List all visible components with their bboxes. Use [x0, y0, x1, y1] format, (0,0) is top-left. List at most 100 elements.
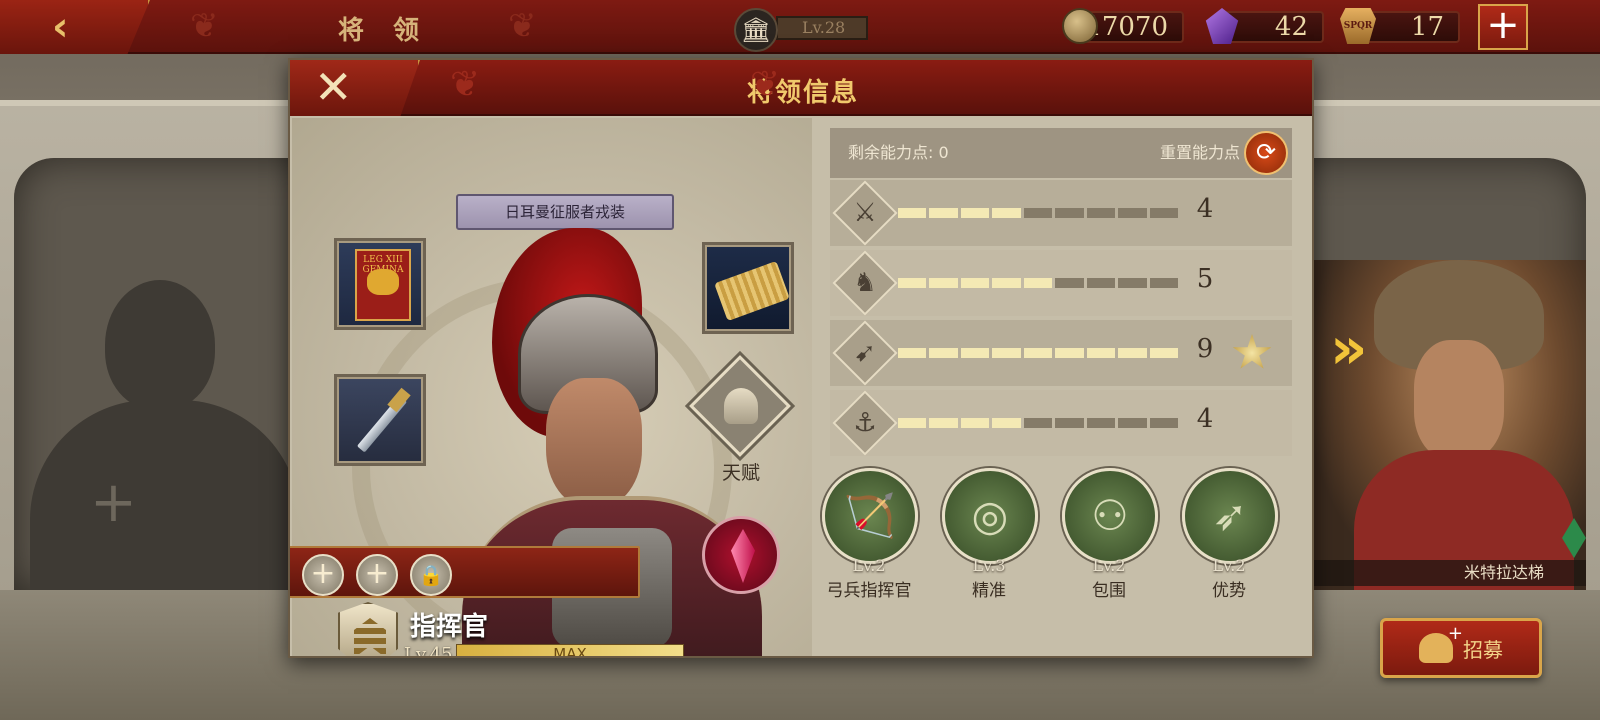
next-hero-portrait[interactable]: [1314, 260, 1586, 590]
next-hero-arrow-icon[interactable]: »: [1330, 319, 1374, 377]
reset-points-label: 重置能力点: [1159, 143, 1240, 162]
banner-equipment-slot[interactable]: LEG XIII GEMINA: [334, 238, 426, 330]
add-hero-plus-icon[interactable]: +: [90, 470, 137, 535]
stat-bar-segment: [1055, 208, 1084, 218]
stat-row-infantry[interactable]: ⚔ 4: [830, 180, 1292, 246]
chevron-left-icon: ‹: [52, 4, 69, 50]
skin-button[interactable]: 日耳曼征服者戎装: [456, 194, 674, 230]
archers-skill-icon: ➶: [1212, 491, 1248, 540]
add-skill-slot-button[interactable]: +: [302, 554, 344, 596]
stat-bar-segment: [929, 418, 958, 428]
stat-bar-segment: [992, 348, 1021, 358]
skill-name: 优势: [1212, 581, 1246, 601]
stat-bar-segment: [1023, 278, 1053, 288]
stat-bar-segment: [898, 278, 927, 288]
modal-header: ✕ ❦ 将领信息 ❦: [290, 60, 1312, 116]
skill-level: Lv.2: [1212, 556, 1246, 575]
stat-bar-segment: [1023, 418, 1053, 428]
stat-bar-segment: [1118, 418, 1147, 428]
building-icon[interactable]: 🏛: [734, 8, 778, 52]
hero-rank-name: 指挥官: [410, 612, 489, 642]
skill-precision[interactable]: ◎: [942, 468, 1038, 564]
remaining-points-label: 剩余能力点:: [848, 143, 934, 162]
helmet-icon: [724, 388, 758, 424]
stat-bar-segment: [1086, 278, 1116, 288]
experience-bar: MAX: [456, 644, 684, 656]
stat-row-cavalry[interactable]: ♞ 5: [830, 250, 1292, 316]
ruby-gem-icon: [731, 529, 755, 583]
stat-bar-segment: [898, 348, 927, 358]
stat-bar-segment: [1149, 208, 1178, 218]
stat-bar-segment: [960, 208, 990, 218]
skill-archer-commander[interactable]: 🏹: [822, 468, 918, 564]
stat-bar-segment: [898, 208, 927, 218]
stat-progress-bar: [898, 348, 1178, 358]
back-button[interactable]: ‹: [0, 0, 150, 54]
stat-progress-bar: [898, 278, 1178, 288]
talent-label: 天赋: [721, 462, 760, 484]
stat-bar-segment: [929, 348, 958, 358]
stat-bar-segment: [1023, 208, 1053, 218]
skill-advantage[interactable]: ➶: [1182, 468, 1278, 564]
stat-bar-segment: [1149, 278, 1178, 288]
stat-value: 4: [1196, 194, 1214, 224]
coin-icon: [1062, 8, 1098, 44]
stat-bar-segment: [960, 418, 990, 428]
stat-bar-segment: [1086, 348, 1116, 358]
skill-name: 精准: [972, 581, 1006, 601]
extra-skill-bar: + + 🔒: [290, 546, 640, 598]
remaining-points: 剩余能力点: 0: [848, 128, 949, 178]
stat-bar-segment: [992, 278, 1021, 288]
stat-row-navy[interactable]: ⚓ 4: [830, 390, 1292, 456]
skill-level: Lv.2: [1092, 556, 1126, 575]
laurel-left-icon: ❦: [190, 6, 219, 46]
star-badge-icon[interactable]: [1232, 334, 1272, 369]
anchor-icon: ⚓: [853, 408, 877, 438]
next-hero-name: 米特拉达梯: [1314, 560, 1586, 586]
hero-portrait-area: 日耳曼征服者戎装 LEG XIII GEMINA 天赋 + + 🔒 指挥官: [290, 118, 812, 658]
stat-bar-segment: [992, 208, 1021, 218]
stat-bar-segment: [992, 418, 1021, 428]
weapon-equipment-slot[interactable]: [334, 374, 426, 466]
stat-bar-segment: [1118, 278, 1147, 288]
stat-bar-segment: [1055, 348, 1084, 358]
stat-value: 4: [1196, 404, 1214, 434]
stat-bar-segment: [1118, 208, 1147, 218]
hero-info-modal: ✕ ❦ 将领信息 ❦ 日耳曼征服者戎装 LEG XIII GEMINA 天赋: [288, 58, 1314, 658]
laurel-right-icon: ❦: [508, 6, 537, 46]
recruit-button[interactable]: + 招募: [1380, 618, 1542, 678]
skill-encircle[interactable]: ⚇: [1062, 468, 1158, 564]
reset-points-button[interactable]: ⟳: [1244, 131, 1288, 175]
ability-points-header: 剩余能力点: 0 重置能力点 ⟳: [830, 128, 1292, 178]
empty-hero-silhouette: [30, 280, 300, 590]
locked-slot-lock-icon[interactable]: 🔒: [410, 554, 452, 596]
bow-skill-icon: 🏹: [843, 491, 897, 540]
page-title: 将 领: [338, 16, 430, 46]
building-level: Lv.28: [776, 16, 868, 40]
stat-bar-segment: [898, 418, 927, 428]
hero-level: Lv.45: [404, 644, 453, 658]
top-bar: ‹ ❦ 将 领 ❦ Lv.28 🏛 17070 42 17 SPQR +: [0, 0, 1600, 54]
horse-icon: ♞: [853, 268, 877, 298]
add-skill-slot-button[interactable]: +: [356, 554, 398, 596]
recruit-helmet-icon: +: [1419, 623, 1463, 663]
gem-socket-button[interactable]: [702, 516, 780, 594]
stat-progress-bar: [898, 418, 1178, 428]
encircle-skill-icon: ⚇: [1091, 491, 1129, 540]
sword-icon: ⚔: [853, 198, 877, 228]
stat-bar-segment: [1055, 418, 1084, 428]
rank-badge: [338, 602, 398, 656]
stat-bar-segment: [1149, 418, 1178, 428]
stat-progress-bar: [898, 208, 1178, 218]
skill-name: 包围: [1092, 581, 1126, 601]
skill-level: Lv.3: [972, 556, 1006, 575]
laurel-right-icon: ❦: [750, 64, 781, 105]
rank-chevron-icon: [354, 618, 386, 656]
stat-bar-segment: [960, 278, 990, 288]
stat-bar-segment: [1086, 418, 1116, 428]
stat-bar-segment: [1118, 348, 1147, 358]
lion-emblem-icon: [367, 269, 399, 295]
stat-row-archer[interactable]: ➹ 9: [830, 320, 1292, 386]
skill-level: Lv.2: [852, 556, 886, 575]
add-resource-button[interactable]: +: [1478, 4, 1528, 50]
